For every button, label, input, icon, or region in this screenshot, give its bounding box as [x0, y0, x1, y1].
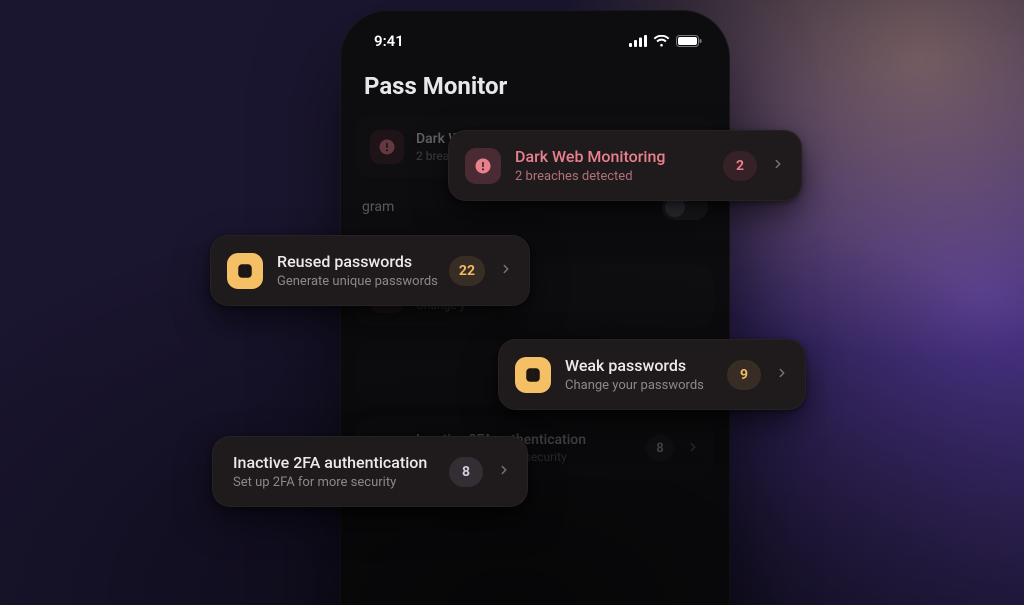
count-badge: 22	[449, 256, 485, 286]
page-title: Pass Monitor	[340, 60, 730, 116]
callout-subtitle: Change your passwords	[565, 378, 713, 393]
callout-dark-web[interactable]: Dark Web Monitoring 2 breaches detected …	[448, 130, 802, 201]
cellular-signal-icon	[629, 35, 647, 47]
status-bar: 9:41	[340, 24, 730, 60]
count-badge: 9	[727, 360, 761, 390]
chevron-right-icon	[771, 156, 785, 175]
chevron-right-icon	[775, 365, 789, 384]
callout-subtitle: Generate unique passwords	[277, 274, 435, 289]
count-badge: 8	[646, 435, 674, 461]
battery-icon	[676, 35, 702, 47]
callout-reused-passwords[interactable]: Reused passwords Generate unique passwor…	[210, 235, 530, 306]
count-badge: 2	[723, 151, 757, 181]
chevron-right-icon	[686, 439, 700, 458]
status-time: 9:41	[374, 32, 404, 50]
toggle-label: gram	[362, 199, 394, 215]
chevron-right-icon	[497, 462, 511, 481]
alert-icon	[515, 357, 551, 393]
phone-frame: 9:41 Pass Monitor Dark W 2 breache	[340, 10, 730, 605]
callout-subtitle: 2 breaches detected	[515, 169, 709, 184]
callout-inactive-2fa[interactable]: Inactive 2FA authentication Set up 2FA f…	[212, 436, 528, 507]
callout-weak-passwords[interactable]: Weak passwords Change your passwords 9	[498, 339, 806, 410]
count-badge: 8	[449, 457, 483, 487]
callout-title: Weak passwords	[565, 356, 713, 375]
wifi-icon	[653, 35, 670, 47]
callout-title: Dark Web Monitoring	[515, 147, 709, 166]
callout-title: Reused passwords	[277, 252, 435, 271]
alert-icon	[370, 130, 404, 164]
alert-icon	[227, 253, 263, 289]
status-right	[629, 35, 702, 47]
callout-subtitle: Set up 2FA for more security	[233, 475, 435, 490]
callout-title: Inactive 2FA authentication	[233, 453, 435, 472]
alert-icon	[465, 148, 501, 184]
chevron-right-icon	[499, 261, 513, 280]
